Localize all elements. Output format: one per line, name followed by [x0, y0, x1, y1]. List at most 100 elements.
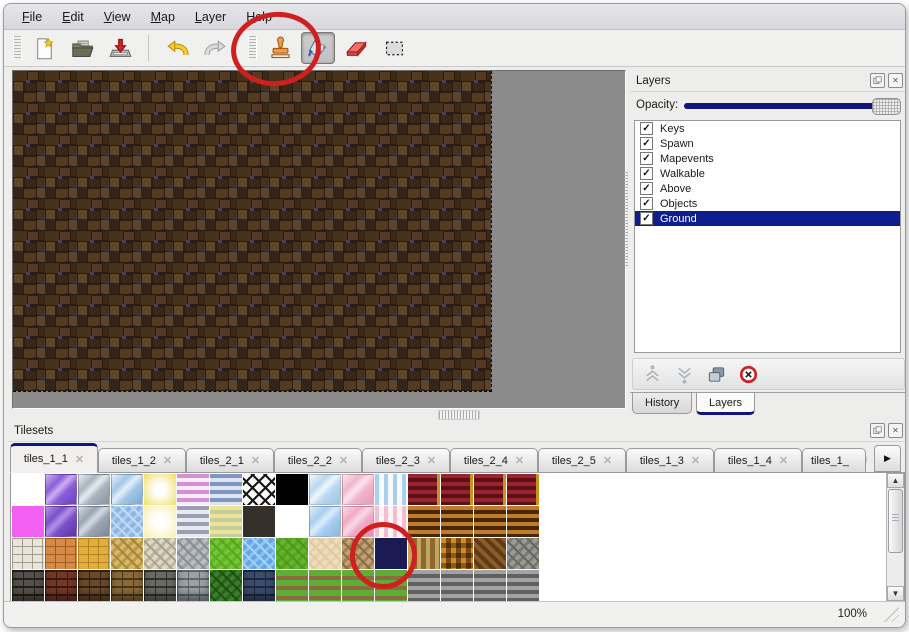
tile-pane-pink[interactable] — [342, 474, 374, 505]
layer-row-above[interactable]: ✓Above — [635, 181, 900, 196]
layer-visibility-checkbox[interactable]: ✓ — [640, 137, 653, 150]
horizontal-scrollbar-grip[interactable] — [438, 410, 480, 420]
tile-magenta[interactable] — [12, 506, 44, 537]
tile-sand[interactable] — [309, 538, 341, 569]
undo-button[interactable] — [160, 32, 194, 64]
scroll-down-icon[interactable]: ▼ — [887, 586, 904, 601]
opacity-slider-track[interactable] — [684, 103, 897, 109]
tab-close-icon[interactable]: ✕ — [251, 454, 260, 467]
map-canvas-panel[interactable] — [12, 70, 626, 409]
tile-wall-red-brick[interactable] — [441, 474, 473, 505]
scroll-up-icon[interactable]: ▲ — [887, 473, 904, 488]
tile-basket-weave[interactable] — [441, 538, 473, 569]
panel-splitter-grip[interactable] — [624, 172, 628, 268]
tileset-tab-tiles_1_1[interactable]: tiles_1_1✕ — [10, 443, 98, 473]
tile-navy-dark[interactable] — [375, 538, 407, 569]
tile-black[interactable] — [276, 474, 308, 505]
tile-grass-path[interactable] — [375, 570, 407, 601]
layer-visibility-checkbox[interactable]: ✓ — [640, 167, 653, 180]
tab-close-icon[interactable]: ✕ — [515, 454, 524, 467]
tileset-tab-tiles_2_4[interactable]: tiles_2_4✕ — [450, 448, 538, 473]
tile-hedge[interactable] — [210, 570, 242, 601]
select-tool-button[interactable] — [377, 32, 411, 64]
layer-visibility-checkbox[interactable]: ✓ — [640, 212, 653, 225]
opacity-slider-handle[interactable] — [872, 98, 901, 115]
tab-close-icon[interactable]: ✕ — [603, 454, 612, 467]
tab-close-icon[interactable]: ✕ — [779, 454, 788, 467]
layer-row-mapevents[interactable]: ✓Mapevents — [635, 151, 900, 166]
float-panel-icon[interactable] — [870, 73, 885, 88]
tile-grass-dark[interactable] — [276, 538, 308, 569]
tile-floor-gray-stones[interactable] — [177, 538, 209, 569]
tile-wall-blue-stone[interactable] — [243, 570, 275, 601]
menu-layer[interactable]: Layer — [187, 8, 234, 26]
tile-wall-stone-plank[interactable] — [441, 570, 473, 601]
tile-wall-orange-plank[interactable] — [441, 506, 473, 537]
tile-pane-blue[interactable] — [309, 474, 341, 505]
tab-close-icon[interactable]: ✕ — [427, 454, 436, 467]
stamp-tool-button[interactable] — [263, 32, 297, 64]
tileset-tab-tiles_2_3[interactable]: tiles_2_3✕ — [362, 448, 450, 473]
tile-glow-yellow[interactable] — [144, 474, 176, 505]
tile-window-pink[interactable] — [342, 506, 374, 537]
tile-wall-red-brick[interactable] — [507, 474, 539, 505]
toolbar-drag-handle[interactable] — [248, 36, 257, 60]
tile-glass-gray-2[interactable] — [78, 506, 110, 537]
layer-visibility-checkbox[interactable]: ✓ — [640, 197, 653, 210]
tile-stripes-blue[interactable] — [210, 474, 242, 505]
tile-wall-orange-plank[interactable] — [507, 506, 539, 537]
tile-wall-brown[interactable] — [78, 570, 110, 601]
menu-view[interactable]: View — [96, 8, 139, 26]
move-layer-up-button[interactable] — [641, 363, 664, 386]
redo-button[interactable] — [198, 32, 232, 64]
layer-visibility-checkbox[interactable]: ✓ — [640, 182, 653, 195]
move-layer-down-button[interactable] — [673, 363, 696, 386]
layer-row-walkable[interactable]: ✓Walkable — [635, 166, 900, 181]
tile-water[interactable] — [243, 538, 275, 569]
toolbar-drag-handle[interactable] — [13, 36, 22, 60]
tile-curtain-blue[interactable] — [375, 474, 407, 505]
tile-dirt-speckled[interactable] — [342, 538, 374, 569]
tile-grass-path[interactable] — [342, 570, 374, 601]
menu-file[interactable]: File — [14, 8, 50, 26]
layer-row-ground[interactable]: ✓Ground — [635, 211, 900, 226]
tile-floor-yellow-cobble[interactable] — [111, 538, 143, 569]
tileset-tab-tiles_1[interactable]: tiles_1_ — [802, 448, 866, 473]
tab-layers[interactable]: Layers — [696, 393, 755, 415]
tile-wall-tan[interactable] — [111, 570, 143, 601]
tile-curtain-pink[interactable] — [375, 506, 407, 537]
fill-tool-button[interactable] — [301, 32, 335, 64]
tile-glass-purple-2[interactable] — [45, 506, 77, 537]
tile-wall-stone-plank[interactable] — [474, 570, 506, 601]
save-button[interactable] — [103, 32, 137, 64]
tile-wall-stone-plank[interactable] — [408, 570, 440, 601]
delete-layer-button[interactable] — [737, 363, 760, 386]
menu-edit[interactable]: Edit — [54, 8, 92, 26]
tile-wall-orange-plank[interactable] — [408, 506, 440, 537]
tile-wall-red-brick[interactable] — [474, 474, 506, 505]
scrollbar-thumb[interactable] — [888, 489, 903, 553]
new-file-button[interactable] — [27, 32, 61, 64]
tile-lattice[interactable] — [243, 474, 275, 505]
tile-glass-purple[interactable] — [45, 474, 77, 505]
tileset-tab-tiles_2_5[interactable]: tiles_2_5✕ — [538, 448, 626, 473]
tileset-tab-tiles_1_4[interactable]: tiles_1_4✕ — [714, 448, 802, 473]
tile-grass-path[interactable] — [276, 570, 308, 601]
layer-visibility-checkbox[interactable]: ✓ — [640, 152, 653, 165]
tile-herringbone[interactable] — [474, 538, 506, 569]
tile-wall-dark-stone[interactable] — [12, 570, 44, 601]
tab-scroll-right-icon[interactable]: ▶ — [874, 445, 901, 472]
tab-close-icon[interactable]: ✕ — [163, 454, 172, 467]
layer-visibility-checkbox[interactable]: ✓ — [640, 122, 653, 135]
tile-window-blue[interactable] — [309, 506, 341, 537]
close-panel-icon[interactable]: ✕ — [888, 73, 903, 88]
layer-row-spawn[interactable]: ✓Spawn — [635, 136, 900, 151]
tile-wall-orange-plank[interactable] — [474, 506, 506, 537]
tile-glass-blue[interactable] — [111, 474, 143, 505]
tileset-tab-tiles_1_3[interactable]: tiles_1_3✕ — [626, 448, 714, 473]
tile-floor-pebbles[interactable] — [144, 538, 176, 569]
map-canvas[interactable] — [13, 71, 492, 392]
tile-wall-red-stone[interactable] — [45, 570, 77, 601]
tile-grass-bright[interactable] — [210, 538, 242, 569]
tile-wall-stone-plank[interactable] — [507, 570, 539, 601]
